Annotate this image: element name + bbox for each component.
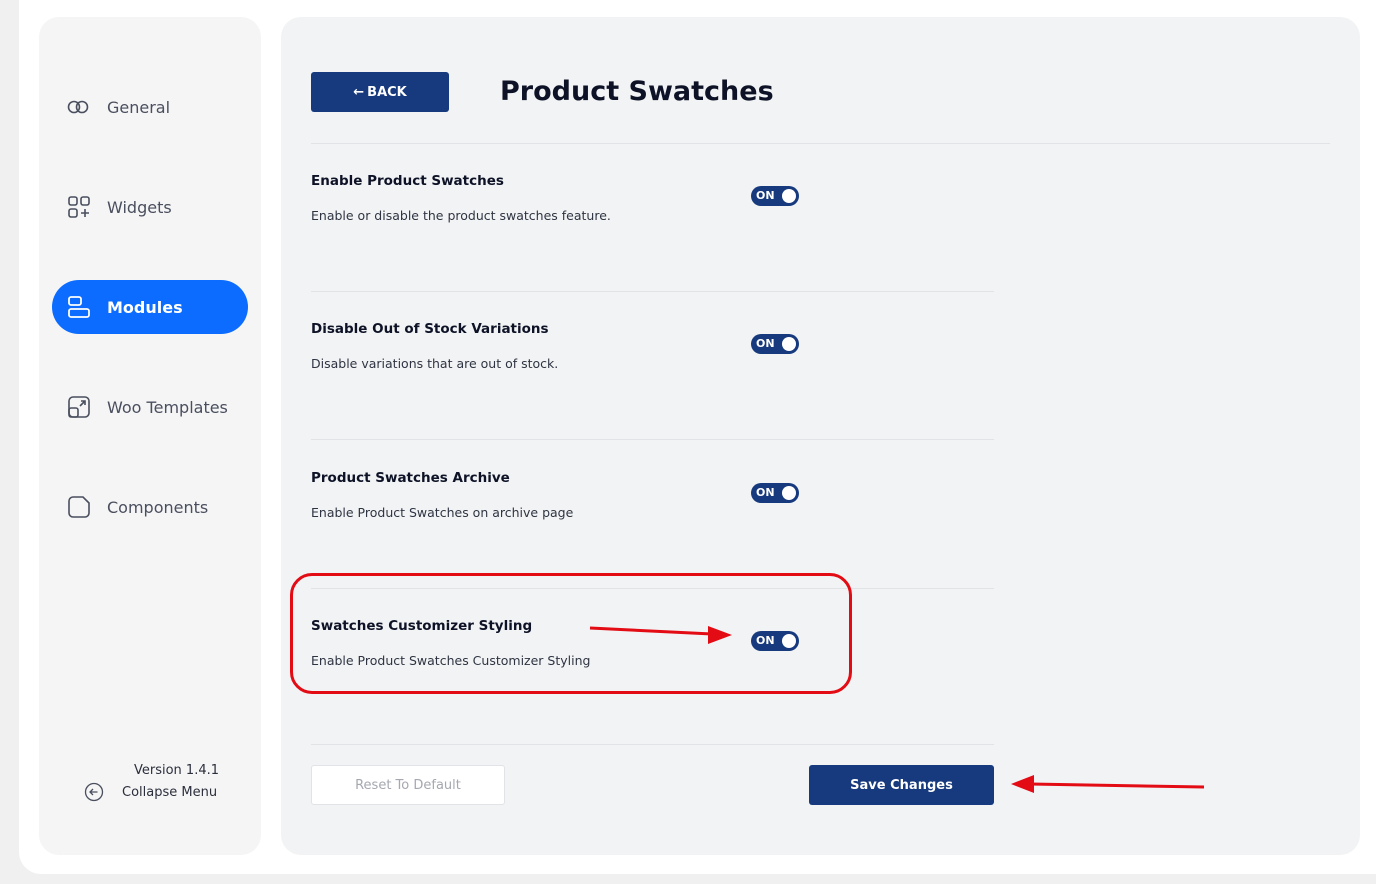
reset-to-default-button[interactable]: Reset To Default: [311, 765, 505, 805]
arrow-left-circle-icon: [83, 781, 105, 803]
setting-description: Enable Product Swatches on archive page: [311, 505, 574, 520]
product-swatches-archive-toggle[interactable]: ON: [751, 483, 799, 503]
setting-product-swatches-archive: Product Swatches Archive Enable Product …: [311, 441, 994, 589]
component-folder-icon: [66, 494, 92, 520]
sidebar-item-label: Woo Templates: [107, 397, 228, 417]
sidebar-item-label: Modules: [107, 297, 183, 317]
template-expand-icon: [66, 394, 92, 420]
main-panel: ← BACK Product Swatches Enable Product S…: [281, 17, 1360, 855]
annotation-highlight-box: [290, 573, 852, 694]
toggle-state-label: ON: [756, 189, 775, 202]
toggle-state-label: ON: [756, 337, 775, 350]
collapse-menu-label: Collapse Menu: [122, 784, 218, 800]
setting-description: Disable variations that are out of stock…: [311, 356, 559, 371]
setting-title: Product Swatches Archive: [311, 470, 510, 486]
toggle-knob: [782, 189, 796, 203]
setting-disable-out-of-stock: Disable Out of Stock Variations Disable …: [311, 292, 994, 440]
divider: [311, 744, 994, 745]
enable-product-swatches-toggle[interactable]: ON: [751, 186, 799, 206]
collapse-menu-button[interactable]: Collapse Menu: [83, 781, 217, 803]
toggle-state-label: ON: [756, 486, 775, 499]
back-button-label: BACK: [367, 84, 407, 100]
setting-title: Disable Out of Stock Variations: [311, 321, 549, 337]
modules-stack-icon: [66, 294, 92, 320]
version-label: Version 1.4.1: [133, 763, 219, 778]
setting-enable-product-swatches: Enable Product Swatches Enable or disabl…: [311, 144, 994, 292]
sidebar-item-components[interactable]: Components: [52, 480, 248, 534]
sidebar-item-widgets[interactable]: Widgets: [52, 180, 248, 234]
sidebar: General Widgets Modules Woo Templates Co…: [39, 17, 261, 855]
divider: [311, 439, 994, 440]
sidebar-item-label: Components: [107, 497, 209, 517]
widgets-grid-icon: [66, 194, 92, 220]
setting-description: Enable or disable the product swatches f…: [311, 208, 611, 223]
sidebar-item-label: Widgets: [107, 197, 172, 217]
setting-title: Enable Product Swatches: [311, 173, 504, 189]
sidebar-item-general[interactable]: General: [52, 80, 248, 134]
disable-out-of-stock-toggle[interactable]: ON: [751, 334, 799, 354]
sidebar-item-label: General: [107, 97, 171, 117]
back-button[interactable]: ← BACK: [311, 72, 449, 112]
arrow-left-icon: ←: [353, 84, 365, 100]
toggle-knob: [782, 337, 796, 351]
save-changes-button[interactable]: Save Changes: [809, 765, 994, 805]
sidebar-item-modules[interactable]: Modules: [52, 280, 248, 334]
toggle-circles-icon: [66, 94, 92, 120]
sidebar-item-woo-templates[interactable]: Woo Templates: [52, 380, 248, 434]
page-title: Product Swatches: [500, 76, 774, 107]
toggle-knob: [782, 486, 796, 500]
